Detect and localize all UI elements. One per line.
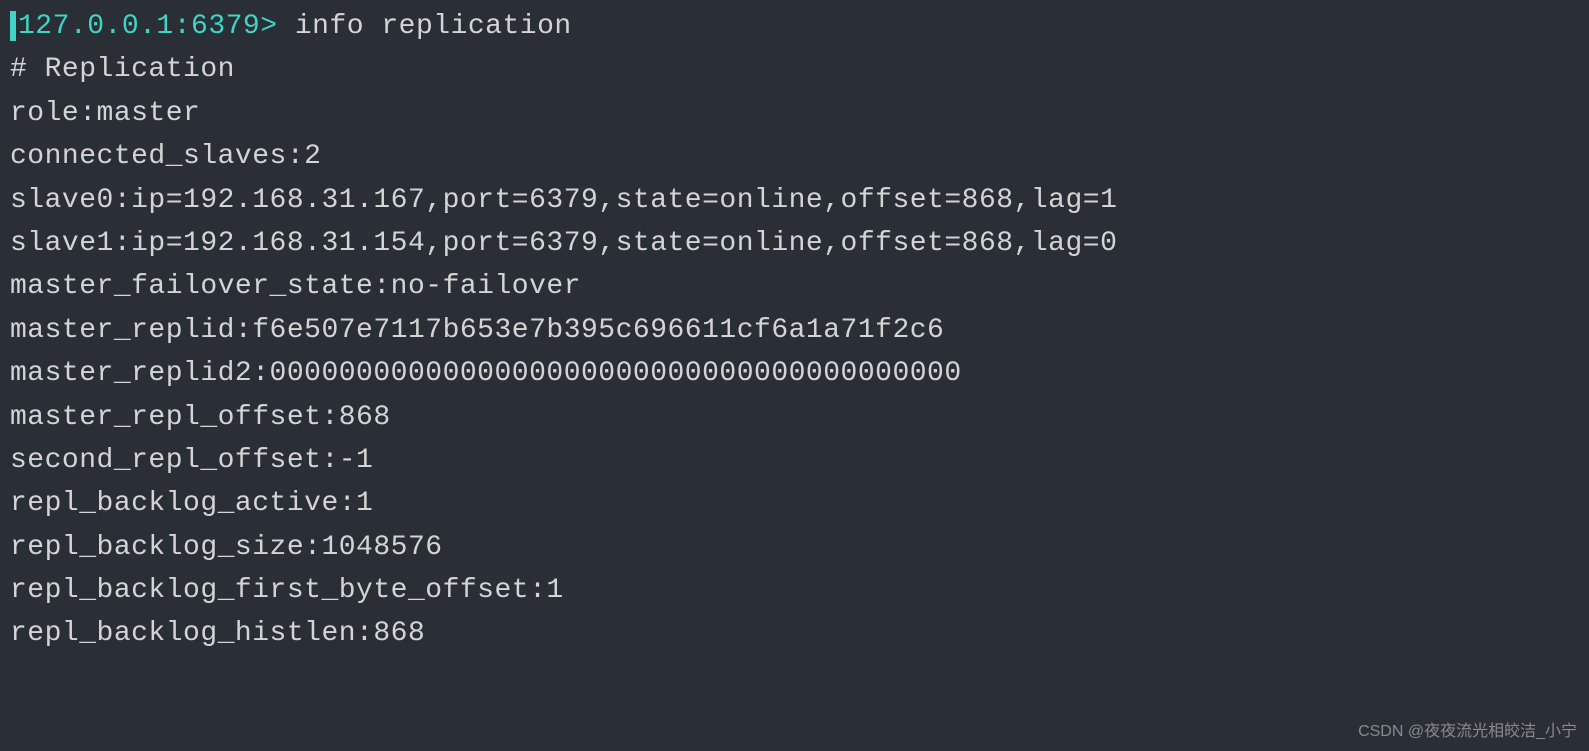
cursor-indicator	[10, 11, 16, 41]
redis-prompt: 127.0.0.1:6379>	[18, 11, 295, 42]
output-slave1: slave1:ip=192.168.31.154,port=6379,state…	[10, 222, 1579, 265]
output-repl-backlog-size: repl_backlog_size:1048576	[10, 526, 1579, 569]
output-header: # Replication	[10, 48, 1579, 91]
output-master-repl-offset: master_repl_offset:868	[10, 396, 1579, 439]
redis-command: info replication	[295, 11, 572, 42]
output-second-repl-offset: second_repl_offset:-1	[10, 439, 1579, 482]
output-connected-slaves: connected_slaves:2	[10, 135, 1579, 178]
prompt-line[interactable]: 127.0.0.1:6379> info replication	[10, 5, 1579, 48]
output-master-replid: master_replid:f6e507e7117b653e7b395c6966…	[10, 309, 1579, 352]
output-role: role:master	[10, 92, 1579, 135]
output-repl-backlog-first-byte-offset: repl_backlog_first_byte_offset:1	[10, 569, 1579, 612]
output-master-replid2: master_replid2:0000000000000000000000000…	[10, 352, 1579, 395]
output-slave0: slave0:ip=192.168.31.167,port=6379,state…	[10, 179, 1579, 222]
output-repl-backlog-histlen: repl_backlog_histlen:868	[10, 612, 1579, 655]
output-repl-backlog-active: repl_backlog_active:1	[10, 482, 1579, 525]
output-master-failover-state: master_failover_state:no-failover	[10, 265, 1579, 308]
watermark-text: CSDN @夜夜流光相皎洁_小宁	[1358, 720, 1577, 745]
